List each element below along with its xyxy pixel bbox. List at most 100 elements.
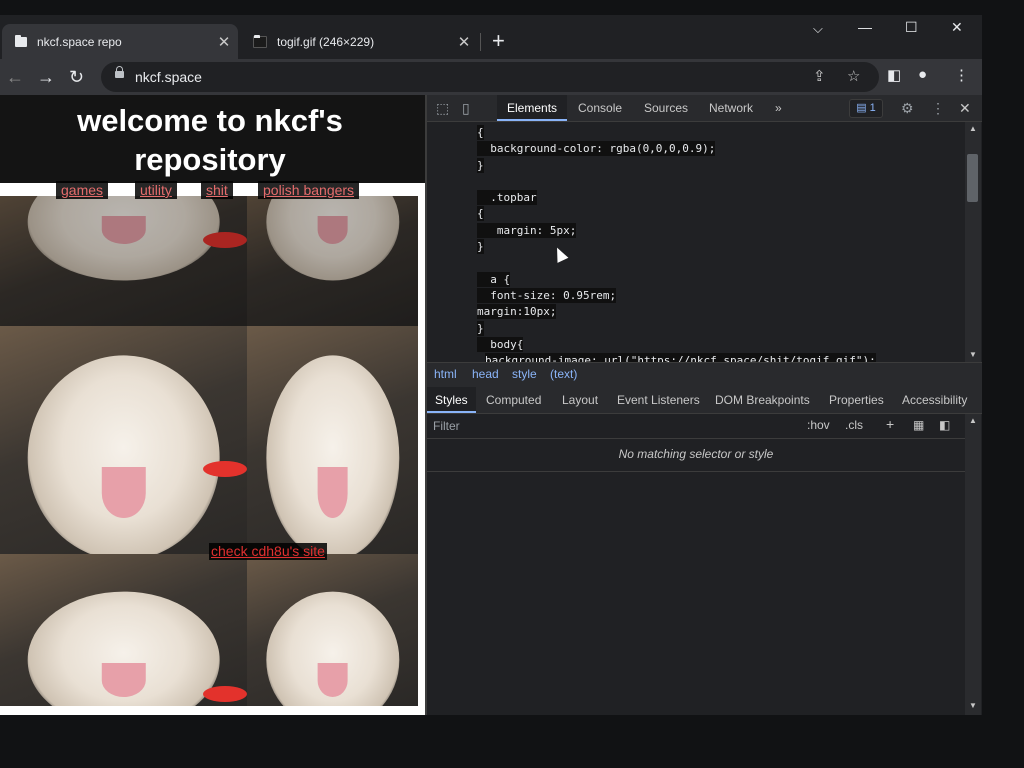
scroll-down-icon[interactable]: ▼	[969, 350, 977, 359]
back-icon[interactable]: ←	[6, 65, 24, 89]
styles-subtabs: Styles Computed Layout Event Listeners D…	[427, 387, 982, 414]
mouse-pointer-icon	[551, 245, 569, 263]
breadcrumb-text[interactable]: (text)	[550, 367, 577, 381]
kebab-menu-icon[interactable]: ⋮	[954, 66, 969, 84]
nav-link-shit[interactable]: shit	[201, 181, 233, 199]
reload-icon[interactable]: ↻	[69, 65, 84, 89]
devtools-tabbar: ⬚ ▯ Elements Console Sources Network » ▤…	[427, 95, 982, 122]
image-file-icon	[253, 34, 267, 48]
subtab-dom-breakpoints[interactable]: DOM Breakpoints	[715, 387, 810, 413]
browser-window: nkcf.space repo ✕ togif.gif (246×229) ✕ …	[0, 15, 982, 715]
issues-count: 1	[869, 102, 876, 114]
folder-icon	[15, 34, 27, 47]
styles-filter-row: Filter :hov .cls + ▦ ◧	[427, 414, 965, 439]
nav-link-games[interactable]: games	[56, 181, 109, 199]
breadcrumb-style[interactable]: style	[512, 367, 537, 381]
tab-sources[interactable]: Sources	[644, 95, 688, 121]
browser-toolbar: ← → ↻ nkcf.space ⇪ ☆ ◧ ● ⋮	[0, 59, 982, 95]
close-icon[interactable]: ✕	[214, 33, 234, 51]
scroll-down-icon[interactable]: ▼	[969, 701, 977, 710]
style-source-code[interactable]: { background-color: rgba(0,0,0,0.9); } .…	[427, 122, 965, 362]
cat-image	[0, 326, 247, 554]
code-line: }	[477, 321, 484, 336]
tab-network[interactable]: Network	[709, 95, 753, 121]
tab-togif[interactable]: togif.gif (246×229) ✕	[240, 24, 478, 59]
issues-badge[interactable]: ▤ 1	[849, 99, 883, 118]
code-line: background-image: url("https://nkcf.spac…	[485, 353, 876, 362]
close-icon[interactable]: ✕	[454, 33, 474, 51]
more-tabs-icon[interactable]: »	[775, 95, 782, 121]
code-scrollbar[interactable]: ▲ ▼	[965, 122, 981, 362]
subtab-computed[interactable]: Computed	[486, 387, 541, 413]
tab-strip: nkcf.space repo ✕ togif.gif (246×229) ✕ …	[0, 15, 982, 59]
dom-breadcrumb: html head style (text)	[427, 362, 982, 388]
code-line: background-color: rgba(0,0,0,0.9);	[477, 141, 716, 156]
share-icon[interactable]: ⇪	[813, 67, 826, 85]
code-line: }	[477, 239, 484, 254]
page-viewport: welcome to nkcf's repository games utili…	[0, 95, 425, 715]
subtab-event-listeners[interactable]: Event Listeners	[617, 387, 700, 413]
devtools-panel: ⬚ ▯ Elements Console Sources Network » ▤…	[427, 95, 982, 715]
minimize-icon[interactable]: —	[858, 19, 872, 35]
subtab-styles[interactable]: Styles	[427, 387, 476, 413]
tab-elements[interactable]: Elements	[497, 95, 568, 121]
subtab-layout[interactable]: Layout	[562, 387, 598, 413]
code-line: }	[477, 158, 484, 173]
scroll-thumb[interactable]	[967, 154, 978, 202]
cat-image	[247, 326, 418, 554]
maximize-icon[interactable]: ☐	[905, 19, 918, 36]
page-title: welcome to nkcf's repository	[77, 103, 343, 177]
star-icon[interactable]: ☆	[847, 67, 860, 85]
forward-icon[interactable]: →	[37, 65, 55, 89]
styles-scrollbar[interactable]: ▲ ▼	[965, 414, 981, 715]
kebab-menu-icon[interactable]: ⋮	[931, 100, 945, 117]
scroll-up-icon[interactable]: ▲	[969, 124, 977, 133]
code-line: margin: 5px;	[477, 223, 577, 238]
background-cat-gif	[0, 196, 418, 706]
side-panel-icon[interactable]: ◧	[887, 66, 901, 84]
tab-title: togif.gif (246×229)	[277, 34, 375, 49]
url-text[interactable]: nkcf.space	[135, 69, 202, 85]
tab-search-icon[interactable]: ⌵	[813, 21, 823, 37]
subtab-accessibility[interactable]: Accessibility	[902, 387, 967, 413]
profile-icon[interactable]: ●	[918, 66, 927, 83]
nav-link-polish-bangers[interactable]: polish bangers	[258, 181, 360, 199]
breadcrumb-head[interactable]: head	[472, 367, 499, 381]
filter-input[interactable]: Filter	[433, 419, 460, 433]
tab-title: nkcf.space repo	[37, 34, 122, 49]
cat-image	[0, 554, 247, 706]
tab-separator	[480, 33, 481, 51]
paint-brush-icon[interactable]: ▦	[913, 418, 924, 432]
tab-console[interactable]: Console	[578, 95, 622, 121]
code-line: margin:10px;	[477, 304, 557, 319]
tab-nkcf-space-repo[interactable]: nkcf.space repo ✕	[2, 24, 238, 59]
address-bar[interactable]: nkcf.space ⇪ ☆	[101, 62, 879, 92]
new-tab-button[interactable]: +	[492, 28, 505, 54]
site-header: welcome to nkcf's repository	[0, 95, 425, 183]
device-toolbar-icon[interactable]: ▯	[462, 100, 470, 117]
hov-toggle[interactable]: :hov	[807, 418, 830, 432]
inspect-element-icon[interactable]: ⬚	[436, 100, 449, 117]
subtab-properties[interactable]: Properties	[829, 387, 884, 413]
code-line: {	[477, 125, 484, 140]
new-style-rule-button[interactable]: +	[886, 416, 894, 432]
cls-toggle[interactable]: .cls	[845, 418, 863, 432]
lock-icon[interactable]	[115, 66, 124, 78]
toggle-sidebar-icon[interactable]: ◧	[939, 418, 950, 432]
nav-link-utility[interactable]: utility	[135, 181, 177, 199]
scroll-up-icon[interactable]: ▲	[969, 416, 977, 425]
code-line: {	[477, 206, 484, 221]
close-devtools-icon[interactable]: ✕	[959, 100, 971, 117]
code-line: body{	[477, 337, 524, 352]
cdh8u-site-link[interactable]: check cdh8u's site	[209, 543, 327, 560]
code-line: .topbar	[477, 190, 537, 205]
divider	[427, 471, 965, 472]
topbar-nav: games utility shit polish bangers	[0, 181, 420, 199]
close-window-icon[interactable]: ✕	[951, 19, 963, 36]
cat-image	[247, 554, 418, 706]
breadcrumb-html[interactable]: html	[434, 367, 457, 381]
code-line: font-size: 0.95rem;	[477, 288, 617, 303]
code-line: a {	[477, 272, 511, 287]
settings-gear-icon[interactable]: ⚙	[901, 100, 914, 117]
no-matching-style-message: No matching selector or style	[618, 447, 774, 461]
